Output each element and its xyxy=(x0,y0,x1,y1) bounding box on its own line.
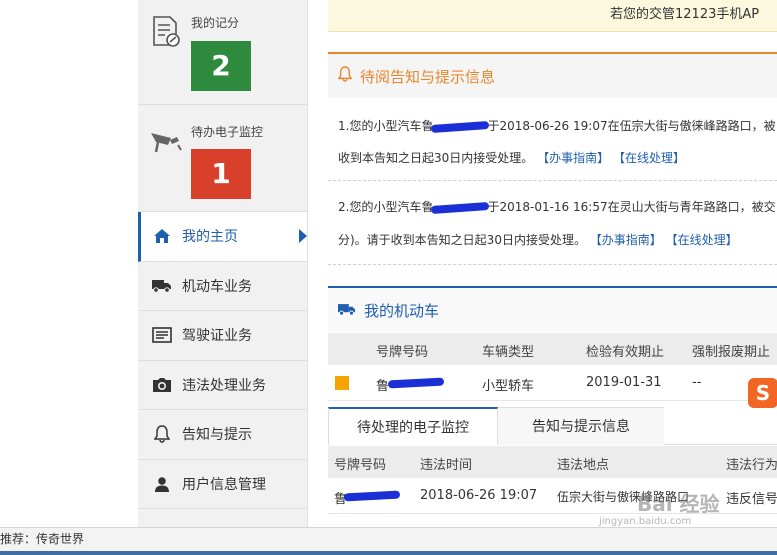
col-plate: 号牌号码 xyxy=(376,345,429,360)
watermark-logo-text: Bai 经验 xyxy=(637,492,720,516)
col-scrap: 强制报废期止 xyxy=(692,345,771,360)
monitor-table-header: 号牌号码 违法时间 违法地点 违法行为 xyxy=(328,446,777,478)
nav-item-violation[interactable]: 违法处理业务 xyxy=(138,361,307,410)
msg2-line2: 分)。请于收到本告知之日起30日内接受处理。 xyxy=(338,233,586,247)
msg2-prefix: 2.您的小型汽车鲁 xyxy=(338,200,434,214)
active-arrow-icon xyxy=(299,229,307,243)
nav-item-vehicle[interactable]: 机动车业务 xyxy=(138,262,307,311)
tab-pending-monitor[interactable]: 待处理的电子监控 xyxy=(328,407,498,445)
monitor-time: 2018-06-26 19:07 xyxy=(420,488,538,503)
sogou-input-icon[interactable]: S xyxy=(748,378,777,408)
score-label: 我的记分 xyxy=(191,16,240,30)
taskbar-strip xyxy=(0,551,777,555)
surveillance-camera-icon xyxy=(148,123,184,159)
notices-title: 待阅告知与提示信息 xyxy=(360,67,496,86)
vehicles-table-header: 号牌号码 车辆类型 检验有效期止 强制报废期止 xyxy=(328,333,777,365)
camera-icon xyxy=(152,375,172,395)
score-card[interactable]: 我的记分 2 xyxy=(138,0,307,105)
msg1-mid: 于2018-06-26 19:07在伍宗大街与傲徕峰路路口，被 xyxy=(487,119,776,133)
watermark: Bai 经验 jingyan.baidu.com xyxy=(597,488,777,528)
bell-icon xyxy=(152,424,172,444)
vehicles-header: 我的机动车 xyxy=(328,286,777,332)
msg1-line2: 收到本告知之日起30日内接受处理。 xyxy=(338,151,534,165)
home-icon xyxy=(152,226,172,246)
notice-message-1: 1.您的小型汽车鲁 于2018-06-26 19:07在伍宗大街与傲徕峰路路口，被… xyxy=(328,108,777,178)
msg1-prefix: 1.您的小型汽车鲁 xyxy=(338,119,434,133)
monitor-label: 待办电子监控 xyxy=(191,125,264,139)
col-type: 车辆类型 xyxy=(482,345,535,360)
watermark-url: jingyan.baidu.com xyxy=(599,516,692,527)
col-time: 违法时间 xyxy=(420,458,473,473)
divider xyxy=(328,180,777,181)
monitor-card[interactable]: 待办电子监控 1 xyxy=(138,105,307,212)
vehicle-inspection: 2019-01-31 xyxy=(586,375,662,390)
msg1-guide-link[interactable]: 【办事指南】 xyxy=(537,151,609,165)
status-text: 推荐：传奇世界 xyxy=(0,532,85,546)
nav-item-user[interactable]: 用户信息管理 xyxy=(138,460,307,509)
nav-label-vehicle: 机动车业务 xyxy=(182,278,252,295)
redaction-scribble xyxy=(431,201,490,214)
tab-notices[interactable]: 告知与提示信息 xyxy=(498,407,664,445)
score-value[interactable]: 2 xyxy=(191,41,251,91)
score-document-icon xyxy=(148,14,184,50)
redaction-scribble xyxy=(343,490,401,502)
nav-item-home[interactable]: 我的主页 xyxy=(138,212,307,262)
nav-label-user: 用户信息管理 xyxy=(182,476,266,493)
vehicle-scrap: -- xyxy=(692,375,702,390)
msg1-online-link[interactable]: 【在线处理】 xyxy=(613,151,685,165)
truck-icon xyxy=(152,276,172,296)
notice-message-2: 2.您的小型汽车鲁 于2018-01-16 16:57在灵山大街与青年路路口，被交… xyxy=(328,186,777,256)
msg2-guide-link[interactable]: 【办事指南】 xyxy=(590,233,662,247)
bell-icon xyxy=(337,66,353,86)
sidebar: 我的记分 2 待办电子监控 1 我的主页 机动车业务 驾驶证业务 违法处理业务 … xyxy=(138,0,308,527)
monitor-value[interactable]: 1 xyxy=(191,149,251,199)
app-notice-text: 若您的交管12123手机AP xyxy=(610,7,760,22)
truck-icon xyxy=(338,301,356,320)
msg2-mid: 于2018-01-16 16:57在灵山大街与青年路路口，被交 xyxy=(487,200,776,214)
nav-item-license[interactable]: 驾驶证业务 xyxy=(138,311,307,361)
col-act: 违法行为 xyxy=(726,458,777,473)
main-content: 若您的交管12123手机AP 待阅告知与提示信息 1.您的小型汽车鲁于2018-… xyxy=(328,0,777,527)
bottom-tabs: 待处理的电子监控 告知与提示信息 xyxy=(328,407,777,445)
redaction-scribble xyxy=(431,120,490,133)
vehicles-title: 我的机动车 xyxy=(364,301,440,320)
notices-header: 待阅告知与提示信息 xyxy=(328,52,777,98)
col-plate: 号牌号码 xyxy=(334,458,387,473)
license-card-icon xyxy=(152,325,172,345)
left-blank-area xyxy=(0,0,138,527)
redaction-scribble xyxy=(387,377,445,389)
nav-label-notice: 告知与提示 xyxy=(182,427,252,444)
nav-label-home: 我的主页 xyxy=(182,229,238,246)
col-inspection: 检验有效期止 xyxy=(586,345,665,360)
status-square xyxy=(335,376,349,390)
table-row[interactable]: 鲁 小型轿车 2019-01-31 -- xyxy=(328,365,777,401)
vehicle-type: 小型轿车 xyxy=(482,379,535,394)
user-icon xyxy=(152,474,172,494)
msg2-online-link[interactable]: 【在线处理】 xyxy=(666,233,738,247)
status-bar: 推荐：传奇世界 xyxy=(0,527,777,551)
app-notice-bar: 若您的交管12123手机AP xyxy=(328,0,777,32)
nav-label-violation: 违法处理业务 xyxy=(182,377,266,394)
divider xyxy=(328,264,777,265)
nav-label-license: 驾驶证业务 xyxy=(182,328,252,345)
col-place: 违法地点 xyxy=(557,458,610,473)
nav-item-notice[interactable]: 告知与提示 xyxy=(138,410,307,460)
